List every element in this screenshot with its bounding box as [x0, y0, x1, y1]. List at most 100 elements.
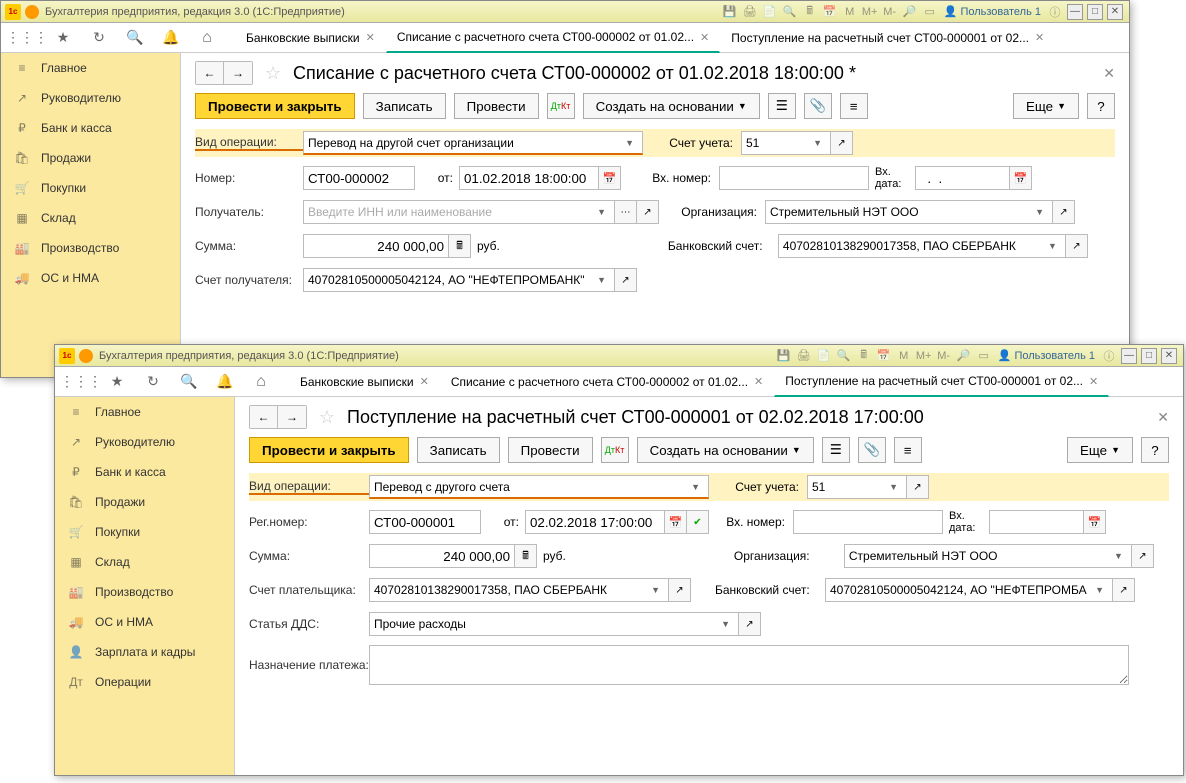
recv-acct-select[interactable]: 40702810500005042124, АО "НЕФТЕПРОМБАНК"… [303, 268, 615, 292]
close-icon[interactable]: ✕ [700, 31, 709, 44]
app-menu-icon[interactable] [25, 5, 39, 19]
bank-select[interactable]: 40702810500005042124, АО "НЕФТЕПРОМБА▼ [825, 578, 1113, 602]
info-icon[interactable]: ⓘ [1047, 4, 1063, 20]
recipient-select[interactable]: Введите ИНН или наименование▼ [303, 200, 615, 224]
create-based-button[interactable]: Создать на основании▼ [583, 93, 760, 119]
close-icon[interactable]: ✕ [1035, 31, 1044, 44]
back-button[interactable]: ← [250, 406, 278, 428]
sidebar-item-purchases[interactable]: 🛒Покупки [55, 517, 234, 547]
print-icon[interactable]: 🖨 [742, 4, 758, 20]
open-button[interactable] [669, 578, 691, 602]
post-button[interactable]: Провести [454, 93, 539, 119]
tab-receipt[interactable]: Поступление на расчетный счет СТ00-00000… [774, 367, 1109, 397]
close-icon[interactable]: ✕ [366, 31, 375, 44]
star-icon[interactable]: ★ [51, 26, 75, 50]
chevron-down-icon[interactable]: ▼ [687, 482, 704, 492]
star-icon[interactable]: ★ [105, 370, 129, 394]
sidebar-item-assets[interactable]: 🚚ОС и НМА [1, 263, 180, 293]
in-date-input[interactable] [989, 510, 1084, 534]
tab-receipt[interactable]: Поступление на расчетный счет СТ00-00000… [720, 23, 1055, 53]
sidebar-item-purchases[interactable]: 🛒Покупки [1, 173, 180, 203]
calendar-button[interactable] [1084, 510, 1106, 534]
in-number-input[interactable] [793, 510, 943, 534]
apps-icon[interactable]: ⋮⋮⋮ [15, 26, 39, 50]
attach-button[interactable]: 📎 [858, 437, 886, 463]
close-icon[interactable]: ✕ [1089, 375, 1098, 388]
op-type-select[interactable]: Перевод на другой счет организации▼ [303, 131, 643, 155]
org-select[interactable]: Стремительный НЭТ ООО▼ [844, 544, 1132, 568]
preview-icon[interactable]: 🔍 [836, 348, 852, 364]
sum-input[interactable] [303, 234, 449, 258]
sidebar-item-bank[interactable]: ₽Банк и касса [55, 457, 234, 487]
create-based-button[interactable]: Создать на основании▼ [637, 437, 814, 463]
apps-icon[interactable]: ⋮⋮⋮ [69, 370, 93, 394]
sidebar-item-manager[interactable]: ↗Руководителю [55, 427, 234, 457]
close-page-icon[interactable]: ✕ [1103, 65, 1115, 82]
sidebar-item-assets[interactable]: 🚚ОС и НМА [55, 607, 234, 637]
chevron-down-icon[interactable]: ▼ [1110, 551, 1127, 561]
help-button[interactable]: ? [1087, 93, 1115, 119]
home-icon[interactable]: ⌂ [195, 26, 219, 50]
windows-icon[interactable]: ▭ [976, 348, 992, 364]
dtkt-button[interactable]: ДтКт [547, 93, 575, 119]
close-icon[interactable]: ✕ [420, 375, 429, 388]
tab-bank-statements[interactable]: Банковские выписки✕ [235, 23, 386, 53]
structure-button[interactable]: ☰ [768, 93, 796, 119]
open-button[interactable] [739, 612, 761, 636]
org-select[interactable]: Стремительный НЭТ ООО▼ [765, 200, 1053, 224]
sidebar-item-main[interactable]: ≡Главное [55, 397, 234, 427]
history-icon[interactable]: ↻ [87, 26, 111, 50]
doc-icon[interactable]: 📄 [762, 4, 778, 20]
calc-icon[interactable]: 🖩 [802, 4, 818, 20]
info-icon[interactable]: ⓘ [1101, 348, 1117, 364]
minimize-button[interactable]: — [1121, 348, 1137, 364]
sidebar-item-operations[interactable]: ДтОперации [55, 667, 234, 697]
chevron-down-icon[interactable]: ▼ [717, 619, 734, 629]
zoom-icon[interactable]: 🔎 [902, 4, 918, 20]
open-button[interactable] [1113, 578, 1135, 602]
write-button[interactable]: Записать [363, 93, 446, 119]
m-icon[interactable]: M [842, 4, 858, 20]
post-and-close-button[interactable]: Провести и закрыть [249, 437, 409, 463]
app-menu-icon[interactable] [79, 349, 93, 363]
open-button[interactable] [1066, 234, 1088, 258]
forward-button[interactable]: → [278, 406, 306, 428]
number-input[interactable] [303, 166, 415, 190]
close-button[interactable]: ✕ [1161, 348, 1177, 364]
post-button[interactable]: Провести [508, 437, 593, 463]
date-input[interactable] [525, 510, 665, 534]
forward-button[interactable]: → [224, 62, 252, 84]
favorite-icon[interactable]: ☆ [315, 405, 339, 429]
save-icon[interactable]: 💾 [776, 348, 792, 364]
post-and-close-button[interactable]: Провести и закрыть [195, 93, 355, 119]
sidebar-item-manager[interactable]: ↗Руководителю [1, 83, 180, 113]
open-button[interactable] [1053, 200, 1075, 224]
calendar-button[interactable] [665, 510, 687, 534]
minimize-button[interactable]: — [1067, 4, 1083, 20]
maximize-button[interactable]: □ [1087, 4, 1103, 20]
sidebar-item-main[interactable]: ≡Главное [1, 53, 180, 83]
preview-icon[interactable]: 🔍 [782, 4, 798, 20]
back-button[interactable]: ← [196, 62, 224, 84]
more-button[interactable]: Еще▼ [1067, 437, 1133, 463]
chevron-down-icon[interactable]: ▼ [593, 207, 610, 217]
m-icon[interactable]: M [896, 348, 912, 364]
bell-icon[interactable]: 🔔 [213, 370, 237, 394]
sidebar-item-warehouse[interactable]: ▦Склад [55, 547, 234, 577]
close-button[interactable]: ✕ [1107, 4, 1123, 20]
reg-number-input[interactable] [369, 510, 481, 534]
search-icon[interactable]: 🔍 [177, 370, 201, 394]
sum-input[interactable] [369, 544, 515, 568]
calc-button[interactable] [515, 544, 537, 568]
sidebar-item-production[interactable]: 🏭Производство [1, 233, 180, 263]
help-button[interactable]: ? [1141, 437, 1169, 463]
calendar-button[interactable] [599, 166, 621, 190]
chevron-down-icon[interactable]: ▼ [593, 275, 610, 285]
chevron-down-icon[interactable]: ▼ [621, 138, 638, 148]
more-button[interactable]: Еще▼ [1013, 93, 1079, 119]
bell-icon[interactable]: 🔔 [159, 26, 183, 50]
sidebar-item-sales[interactable]: 🛍Продажи [1, 143, 180, 173]
op-type-select[interactable]: Перевод с другого счета▼ [369, 475, 709, 499]
chevron-down-icon[interactable]: ▼ [647, 585, 664, 595]
payer-acct-select[interactable]: 40702810138290017358, ПАО СБЕРБАНК▼ [369, 578, 669, 602]
